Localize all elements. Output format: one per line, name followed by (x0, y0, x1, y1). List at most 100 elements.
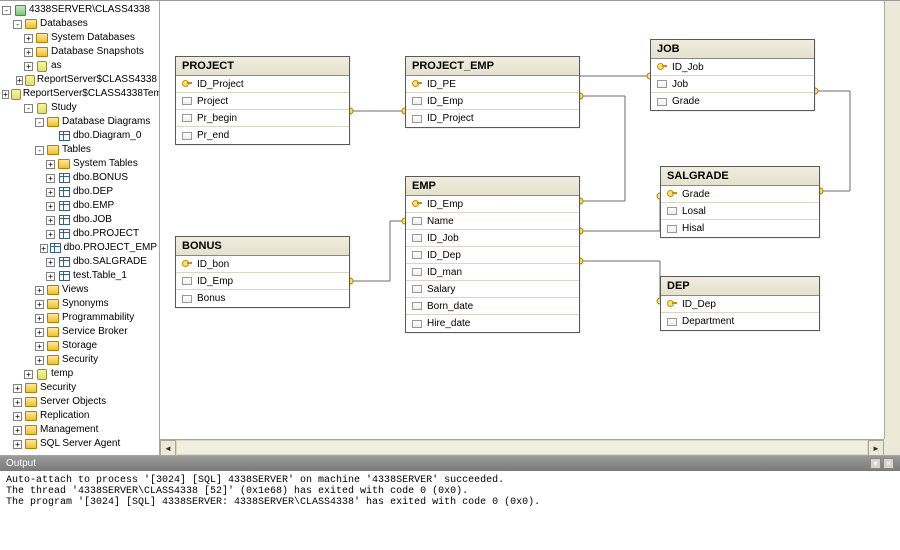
table-column[interactable]: Born_date (406, 298, 579, 315)
tree-toggle[interactable]: - (13, 20, 22, 29)
tree-node[interactable]: +System Databases (0, 31, 159, 45)
table-column[interactable]: Job (651, 76, 814, 93)
output-close-button[interactable]: × (883, 458, 894, 469)
scroll-track[interactable] (176, 440, 868, 455)
tree-toggle[interactable]: + (35, 356, 44, 365)
table-column[interactable]: ID_PE (406, 76, 579, 93)
table-dep[interactable]: DEPID_DepDepartment (660, 276, 820, 331)
tree-node[interactable]: +System Tables (0, 157, 159, 171)
table-column[interactable]: Salary (406, 281, 579, 298)
table-header[interactable]: JOB (651, 40, 814, 59)
tree-toggle[interactable]: + (24, 34, 33, 43)
table-column[interactable]: Hisal (661, 220, 819, 237)
table-column[interactable]: Bonus (176, 290, 349, 307)
vertical-scrollbar[interactable] (884, 1, 900, 439)
tree-node[interactable]: -Databases (0, 17, 159, 31)
table-column[interactable]: ID_Project (406, 110, 579, 127)
tree-toggle[interactable]: + (40, 244, 48, 253)
output-titlebar[interactable]: Output ▾ × (0, 456, 900, 471)
tree-node[interactable]: +dbo.SALGRADE (0, 255, 159, 269)
horizontal-scrollbar[interactable]: ◄ ► (160, 439, 884, 455)
table-column[interactable]: ID_Emp (176, 273, 349, 290)
tree-node[interactable]: +Programmability (0, 311, 159, 325)
table-column[interactable]: Department (661, 313, 819, 330)
output-pin-button[interactable]: ▾ (870, 458, 881, 469)
tree-toggle[interactable]: - (35, 118, 44, 127)
tree-node[interactable]: +Server Objects (0, 395, 159, 409)
table-column[interactable]: Pr_begin (176, 110, 349, 127)
table-column[interactable]: Losal (661, 203, 819, 220)
table-column[interactable]: Grade (651, 93, 814, 110)
tree-node[interactable]: +Replication (0, 409, 159, 423)
tree-toggle[interactable]: + (13, 426, 22, 435)
table-column[interactable]: Grade (661, 186, 819, 203)
tree-node[interactable]: +Security (0, 353, 159, 367)
tree-node[interactable]: dbo.Diagram_0 (0, 129, 159, 143)
tree-node[interactable]: -Database Diagrams (0, 115, 159, 129)
diagram-canvas[interactable]: JOB PROJECT ID_Project ProjectPr_beginPr_e… (160, 1, 900, 439)
tree-node[interactable]: +temp (0, 367, 159, 381)
tree-toggle[interactable]: + (46, 258, 55, 267)
tree-root[interactable]: -4338SERVER\CLASS4338 (0, 3, 159, 17)
tree-toggle[interactable]: + (46, 216, 55, 225)
tree-node[interactable]: +test.Table_1 (0, 269, 159, 283)
tree-node[interactable]: +dbo.EMP (0, 199, 159, 213)
scroll-left-button[interactable]: ◄ (160, 440, 176, 455)
tree-toggle[interactable]: + (2, 90, 9, 99)
tree-toggle[interactable]: + (46, 188, 55, 197)
table-column[interactable]: Pr_end (176, 127, 349, 144)
tree-toggle[interactable]: + (24, 62, 33, 71)
table-column[interactable]: ID_Emp (406, 196, 579, 213)
tree-toggle[interactable]: + (35, 328, 44, 337)
tree-toggle[interactable]: + (16, 76, 23, 85)
tree-toggle[interactable]: + (46, 272, 55, 281)
tree-toggle[interactable]: + (35, 342, 44, 351)
table-column[interactable]: ID_man (406, 264, 579, 281)
table-header[interactable]: PROJECT (176, 57, 349, 76)
tree-toggle[interactable]: + (13, 440, 22, 449)
table-header[interactable]: PROJECT_EMP (406, 57, 579, 76)
table-column[interactable]: ID_Job (406, 230, 579, 247)
table-column[interactable]: Name (406, 213, 579, 230)
table-header[interactable]: SALGRADE (661, 167, 819, 186)
table-header[interactable]: BONUS (176, 237, 349, 256)
tree-toggle[interactable]: + (35, 286, 44, 295)
tree-node[interactable]: +Views (0, 283, 159, 297)
object-explorer[interactable]: -4338SERVER\CLASS4338-Databases+System D… (0, 1, 160, 455)
tree-node[interactable]: +dbo.DEP (0, 185, 159, 199)
tree-node[interactable]: +Management (0, 423, 159, 437)
tree-toggle[interactable]: + (13, 398, 22, 407)
table-column[interactable]: Project (176, 93, 349, 110)
table-header[interactable]: DEP (661, 277, 819, 296)
tree-toggle[interactable]: + (46, 202, 55, 211)
tree-node[interactable]: +SQL Server Agent (0, 437, 159, 451)
tree-node[interactable]: +dbo.JOB (0, 213, 159, 227)
tree-toggle[interactable]: + (24, 370, 33, 379)
tree-node[interactable]: +dbo.PROJECT (0, 227, 159, 241)
tree-toggle[interactable]: - (35, 146, 44, 155)
tree-node[interactable]: +ReportServer$CLASS4338 (0, 73, 159, 87)
tree-node[interactable]: +Service Broker (0, 325, 159, 339)
tree-node[interactable]: +ReportServer$CLASS4338TempDB (0, 87, 159, 101)
tree-toggle[interactable]: + (24, 48, 33, 57)
table-project_emp[interactable]: PROJECT_EMPID_PEID_EmpID_Project (405, 56, 580, 128)
table-header[interactable]: EMP (406, 177, 579, 196)
tree-toggle[interactable]: + (35, 300, 44, 309)
tree-node[interactable]: +dbo.PROJECT_EMP (0, 241, 159, 255)
table-salgrade[interactable]: SALGRADEGradeLosalHisal (660, 166, 820, 238)
table-column[interactable]: ID_Dep (406, 247, 579, 264)
table-emp[interactable]: EMPID_EmpNameID_JobID_DepID_manSalaryBor… (405, 176, 580, 333)
tree-node[interactable]: -Tables (0, 143, 159, 157)
table-column[interactable]: ID_bon (176, 256, 349, 273)
tree-toggle[interactable]: + (35, 314, 44, 323)
tree-toggle[interactable]: - (24, 104, 33, 113)
table-column[interactable]: ID_Job (651, 59, 814, 76)
table-column[interactable]: ID_Dep (661, 296, 819, 313)
tree-node[interactable]: +Database Snapshots (0, 45, 159, 59)
tree-toggle[interactable]: + (46, 174, 55, 183)
table-job[interactable]: JOBID_JobJobGrade (650, 39, 815, 111)
tree-node[interactable]: +Security (0, 381, 159, 395)
tree-toggle[interactable]: + (13, 384, 22, 393)
table-column[interactable]: ID_Emp (406, 93, 579, 110)
tree-toggle[interactable]: + (13, 412, 22, 421)
